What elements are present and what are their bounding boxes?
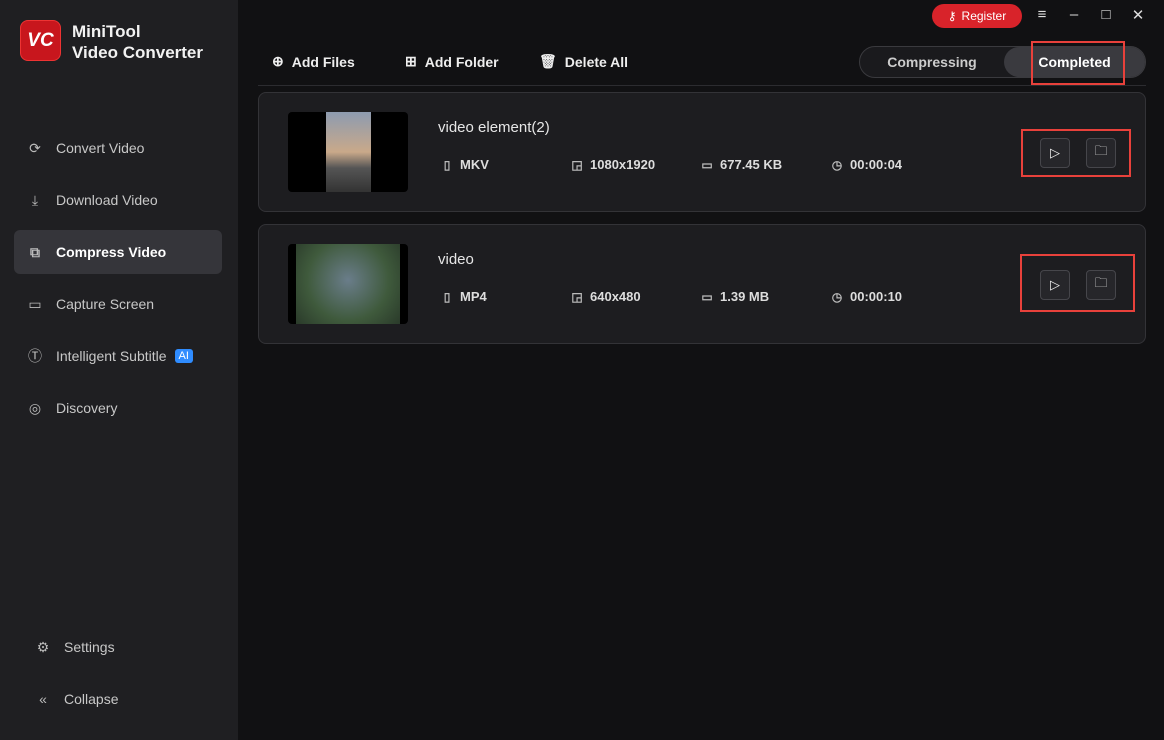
file-card: video ▯ MP4 ◲ 640x480 ▭ 1.39 MB ◷ 00:00:10 ▷…	[258, 224, 1146, 344]
tab-compressing[interactable]: Compressing	[860, 47, 1004, 77]
divider	[258, 85, 1146, 86]
chevron-left-icon: «	[39, 691, 47, 707]
add-folder-label: Add Folder	[424, 53, 499, 70]
duration-value: 00:00:04	[850, 157, 903, 172]
app-name-line1: MiniTool	[72, 22, 141, 41]
sidebar-item-compress-video[interactable]: ⧉ Compress Video	[14, 230, 222, 274]
file-format: ▯ MKV	[440, 157, 489, 172]
file-duration: ◷ 00:00:10	[830, 289, 902, 304]
register-label: Register	[961, 9, 1007, 23]
register-button[interactable]: ⚷ Register	[932, 4, 1022, 28]
ai-badge: AI	[174, 349, 193, 363]
clock-icon: ◷	[831, 157, 843, 172]
sidebar-item-label: Convert Video	[56, 140, 145, 156]
key-icon: ⚷	[947, 9, 957, 23]
settings-button[interactable]: ⚙ Settings	[14, 625, 222, 669]
compress-icon: ⧉	[30, 243, 40, 260]
file-card: video element(2) ▯ MKV ◲ 1080x1920 ▭ 677.45…	[258, 92, 1146, 212]
file-resolution: ◲ 1080x1920	[570, 157, 655, 172]
duration-value: 00:00:10	[850, 289, 903, 304]
plus-circle-icon: ⊕	[272, 53, 284, 69]
add-files-label: Add Files	[291, 53, 355, 70]
file-name: video element(2)	[438, 119, 550, 136]
collapse-button[interactable]: « Collapse	[14, 677, 222, 721]
maximize-icon[interactable]: □	[1096, 6, 1116, 26]
app-logo: VC	[20, 20, 61, 61]
sidebar-item-capture-screen[interactable]: ▭ Capture Screen	[14, 282, 222, 326]
file-resolution: ◲ 640x480	[570, 289, 641, 304]
delete-all-label: Delete All	[564, 53, 629, 70]
format-value: MKV	[460, 157, 489, 172]
sidebar-item-label: Download Video	[56, 192, 158, 208]
sidebar: VC MiniTool Video Converter ⟳ Convert Vide…	[0, 0, 238, 740]
video-thumbnail	[288, 244, 408, 324]
gear-icon: ⚙	[36, 638, 50, 655]
format-value: MP4	[460, 289, 487, 304]
folder-icon: ▭	[701, 157, 713, 172]
highlight-box	[1020, 254, 1135, 312]
highlight-box	[1031, 41, 1125, 85]
app-name: MiniTool Video Converter	[72, 21, 203, 63]
camera-icon: ▭	[28, 295, 42, 312]
folder-plus-icon: ⊞	[405, 53, 417, 69]
sidebar-item-label: Discovery	[56, 400, 118, 416]
sidebar-item-download-video[interactable]: ⤓ Download Video	[14, 178, 222, 222]
collapse-label: Collapse	[64, 691, 119, 707]
file-size: ▭ 677.45 KB	[700, 157, 782, 172]
compass-icon: ◎	[28, 399, 42, 416]
folder-icon: ▭	[701, 289, 713, 304]
sidebar-item-label: Intelligent Subtitle	[56, 348, 167, 364]
highlight-box	[1021, 129, 1131, 177]
sidebar-item-discovery[interactable]: ◎ Discovery	[14, 386, 222, 430]
close-icon[interactable]: ✕	[1128, 6, 1148, 26]
resolution-icon: ◲	[571, 157, 583, 172]
file-video-icon: ▯	[443, 157, 451, 172]
app-name-line2: Video Converter	[72, 43, 204, 62]
minimize-icon[interactable]: –	[1064, 6, 1084, 26]
size-value: 677.45 KB	[720, 157, 783, 172]
resolution-value: 1080x1920	[590, 157, 656, 172]
file-format: ▯ MP4	[440, 289, 487, 304]
add-folder-button[interactable]: ⊞ Add Folder	[405, 53, 499, 70]
subtitle-icon: Ⓣ	[28, 348, 42, 364]
add-files-button[interactable]: ⊕ Add Files	[272, 53, 355, 70]
sidebar-item-intelligent-subtitle[interactable]: Ⓣ Intelligent Subtitle AI	[14, 334, 222, 378]
trash-icon: 🗑	[539, 53, 557, 69]
sidebar-item-label: Capture Screen	[56, 296, 155, 312]
file-size: ▭ 1.39 MB	[700, 289, 769, 304]
sidebar-item-convert-video[interactable]: ⟳ Convert Video	[14, 126, 222, 170]
delete-all-button[interactable]: 🗑 Delete All	[539, 53, 628, 70]
menu-icon[interactable]: ≡	[1032, 6, 1052, 26]
file-video-icon: ▯	[443, 289, 451, 304]
resolution-value: 640x480	[590, 289, 641, 304]
video-thumbnail	[288, 112, 408, 192]
size-value: 1.39 MB	[720, 289, 770, 304]
resolution-icon: ◲	[571, 289, 583, 304]
file-name: video	[438, 251, 474, 268]
convert-icon: ⟳	[29, 139, 41, 156]
sidebar-item-label: Compress Video	[56, 244, 167, 260]
download-icon: ⤓	[31, 191, 39, 208]
settings-label: Settings	[64, 639, 115, 655]
clock-icon: ◷	[831, 289, 843, 304]
file-duration: ◷ 00:00:04	[830, 157, 902, 172]
